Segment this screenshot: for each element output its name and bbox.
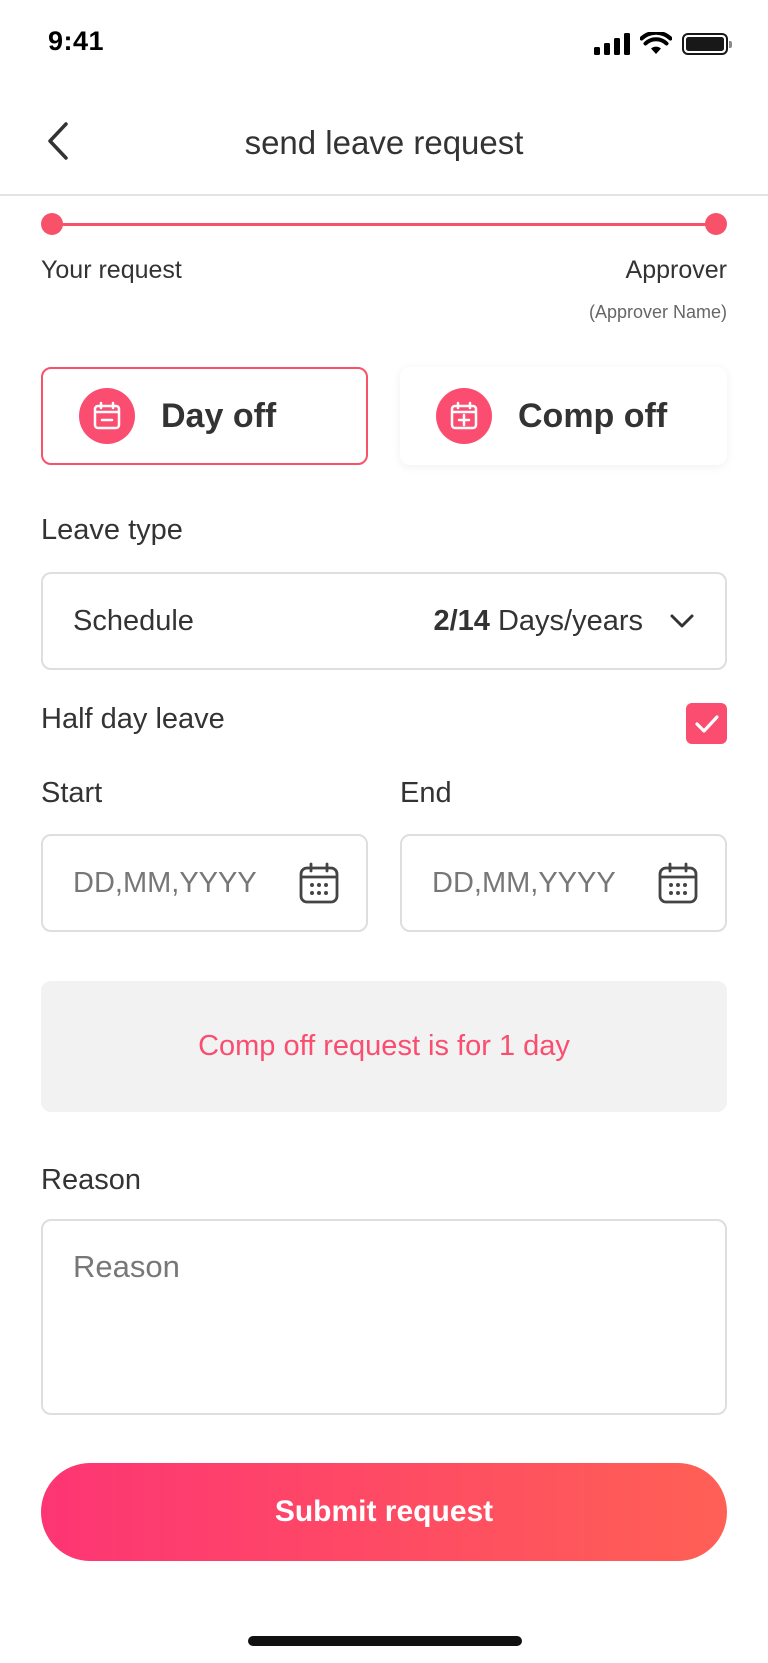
battery-icon	[682, 33, 732, 55]
calendar-icon[interactable]	[298, 861, 340, 905]
calendar-minus-icon	[79, 388, 135, 444]
comp-off-label: Comp off	[518, 396, 668, 435]
step-label-approver: Approver	[625, 256, 727, 284]
cellular-signal-icon	[594, 33, 630, 55]
wifi-icon	[640, 32, 672, 54]
half-day-checkbox[interactable]	[686, 703, 727, 744]
start-date-placeholder: DD,MM,YYYY	[73, 866, 257, 899]
approver-name: (Approver Name)	[588, 302, 727, 322]
end-date-field[interactable]: DD,MM,YYYY	[400, 834, 727, 932]
stepper-dot-approver	[705, 213, 727, 235]
reason-textarea[interactable]	[41, 1219, 727, 1415]
stepper-dot-request	[41, 213, 63, 235]
calendar-plus-icon	[436, 388, 492, 444]
leave-type-label: Leave type	[41, 514, 183, 546]
chevron-down-icon	[670, 614, 694, 628]
status-bar: 9:41	[0, 0, 768, 90]
info-message: Comp off request is for 1 day	[198, 1030, 570, 1062]
calendar-icon[interactable]	[657, 861, 699, 905]
page-title: send leave request	[244, 124, 524, 161]
half-day-label: Half day leave	[41, 703, 225, 735]
step-label-request: Your request	[41, 256, 182, 284]
day-off-option[interactable]: Day off	[41, 367, 368, 465]
leave-type-select[interactable]: Schedule 2/14 Days/years	[41, 572, 727, 670]
leave-quota: 2/14 Days/years	[433, 605, 643, 638]
comp-off-option[interactable]: Comp off	[400, 367, 727, 465]
start-date-field[interactable]: DD,MM,YYYY	[41, 834, 368, 932]
progress-stepper	[41, 210, 727, 240]
end-date-placeholder: DD,MM,YYYY	[432, 866, 616, 899]
home-indicator	[248, 1636, 522, 1646]
day-off-label: Day off	[161, 396, 277, 435]
leave-quota-count: 2/14	[433, 604, 490, 637]
nav-header: send leave request	[0, 100, 768, 196]
reason-label: Reason	[41, 1164, 141, 1196]
status-time: 9:41	[48, 26, 105, 56]
end-date-label: End	[400, 777, 452, 809]
stepper-line	[53, 223, 715, 226]
info-banner: Comp off request is for 1 day	[41, 981, 727, 1112]
leave-type-value: Schedule	[73, 604, 194, 637]
check-icon	[694, 714, 719, 733]
status-icons	[594, 32, 732, 56]
submit-request-button[interactable]: Submit request	[41, 1463, 727, 1561]
leave-quota-unit: Days/years	[497, 604, 643, 637]
start-date-label: Start	[41, 777, 103, 809]
